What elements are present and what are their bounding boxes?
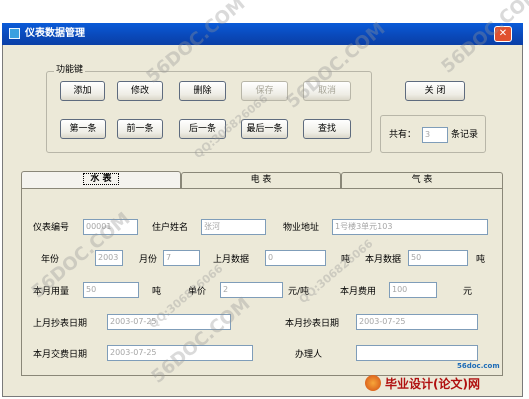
record-count-suffix: 条记录 xyxy=(451,130,479,140)
tab-gas-meter[interactable]: 气 表 xyxy=(341,172,503,188)
function-key-caption: 功能键 xyxy=(54,64,86,76)
this-read-date-label: 本月抄表日期 xyxy=(285,319,340,329)
pay-date-label: 本月交费日期 xyxy=(33,350,88,360)
tab-water-meter-label: 水 表 xyxy=(83,173,119,185)
handler-field[interactable] xyxy=(356,345,478,361)
unit-price-field[interactable]: 2 xyxy=(220,282,283,298)
save-button[interactable]: 保存 xyxy=(241,81,288,101)
brand-site: 56doc.com xyxy=(457,362,500,370)
fee-field[interactable]: 100 xyxy=(389,282,437,298)
last-record-button[interactable]: 最后一条 xyxy=(241,119,288,139)
prev-record-button[interactable]: 前一条 xyxy=(117,119,163,139)
last-read-date-field[interactable]: 2003-07-25 xyxy=(107,314,231,330)
window-close-button[interactable]: ✕ xyxy=(494,26,512,42)
pay-date-field[interactable]: 2003-07-25 xyxy=(107,345,253,361)
record-count-prefix: 共有： xyxy=(389,130,417,140)
resident-name-field[interactable]: 张河 xyxy=(201,219,266,235)
last-month-reading-label: 上月数据 xyxy=(213,255,250,265)
next-record-button[interactable]: 后一条 xyxy=(179,119,226,139)
this-month-reading-label: 本月数据 xyxy=(365,255,402,265)
usage-field[interactable]: 50 xyxy=(83,282,139,298)
add-button[interactable]: 添加 xyxy=(60,81,105,101)
last-month-reading-field[interactable]: 0 xyxy=(265,250,326,266)
first-record-button[interactable]: 第一条 xyxy=(60,119,106,139)
edit-button[interactable]: 修改 xyxy=(117,81,163,101)
last-month-unit: 吨 xyxy=(341,255,351,265)
this-month-unit: 吨 xyxy=(476,255,486,265)
this-read-date-field[interactable]: 2003-07-25 xyxy=(356,314,478,330)
title-bar[interactable]: 仪表数据管理 xyxy=(2,23,523,45)
find-button[interactable]: 查找 xyxy=(303,119,351,139)
brand-logo-icon xyxy=(365,375,381,391)
delete-button[interactable]: 删除 xyxy=(179,81,226,101)
tab-electric-meter[interactable]: 电 表 xyxy=(181,172,341,188)
close-form-button[interactable]: 关 闭 xyxy=(405,81,465,101)
address-label: 物业地址 xyxy=(283,223,320,233)
record-count-field: 3 xyxy=(422,127,448,143)
tab-water-meter[interactable]: 水 表 xyxy=(21,171,181,189)
unit-price-label: 单价 xyxy=(188,287,207,297)
year-field[interactable]: 2003 xyxy=(95,250,123,266)
month-label: 月份 xyxy=(139,255,158,265)
unit-price-unit: 元/吨 xyxy=(288,287,310,297)
this-month-reading-field[interactable]: 50 xyxy=(408,250,468,266)
fee-label: 本月费用 xyxy=(340,287,377,297)
last-read-date-label: 上月抄表日期 xyxy=(33,319,88,329)
usage-label: 本月用量 xyxy=(33,287,70,297)
meter-no-field[interactable]: 00001 xyxy=(83,219,138,235)
app-icon xyxy=(9,28,20,39)
brand-text: 毕业设计(论文)网 xyxy=(385,377,480,391)
handler-label: 办理人 xyxy=(295,350,323,360)
resident-name-label: 住户姓名 xyxy=(152,223,189,233)
brand-banner: 毕业设计(论文)网 56doc.com xyxy=(361,362,525,394)
cancel-button[interactable]: 取消 xyxy=(303,81,351,101)
fee-unit: 元 xyxy=(463,287,473,297)
usage-unit: 吨 xyxy=(152,287,162,297)
year-label: 年份 xyxy=(41,255,60,265)
month-field[interactable]: 7 xyxy=(163,250,200,266)
window-title: 仪表数据管理 xyxy=(25,28,85,39)
meter-no-label: 仪表编号 xyxy=(33,223,70,233)
address-field[interactable]: 1号楼3单元103 xyxy=(332,219,488,235)
